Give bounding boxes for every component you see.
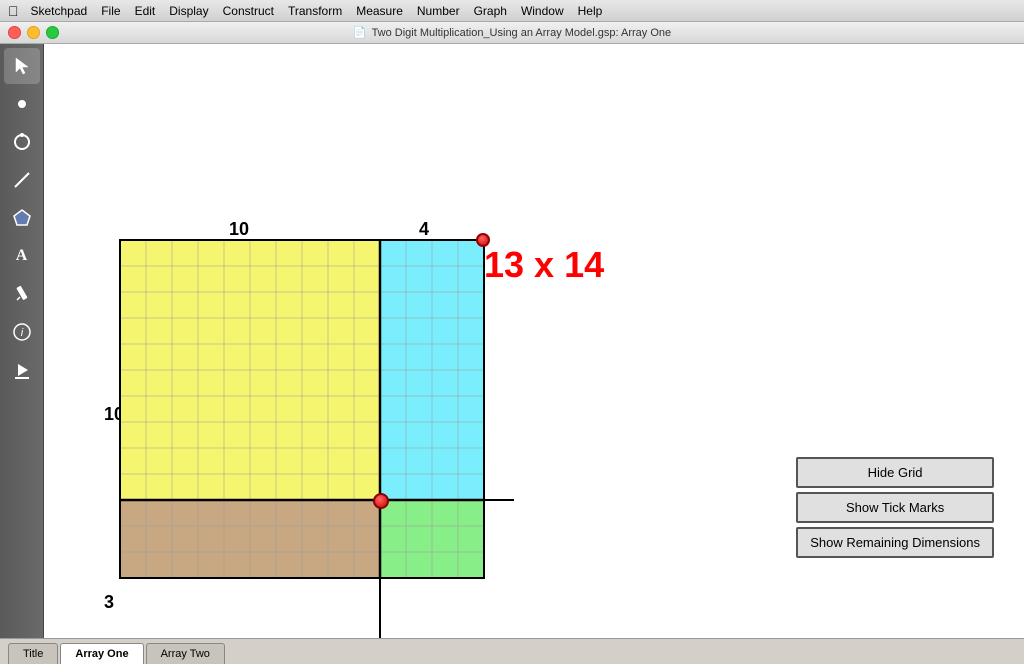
window-controls: [8, 26, 59, 39]
array-grid-svg: [119, 239, 529, 638]
minimize-button[interactable]: [27, 26, 40, 39]
titlebar: 📄 Two Digit Multiplication_Using an Arra…: [0, 22, 1024, 44]
select-tool[interactable]: [4, 48, 40, 84]
show-remaining-dimensions-button[interactable]: Show Remaining Dimensions: [796, 527, 994, 558]
animation-tool[interactable]: [4, 352, 40, 388]
circle-tool[interactable]: [4, 124, 40, 160]
svg-text:i: i: [20, 327, 23, 339]
menu-measure[interactable]: Measure: [356, 4, 403, 18]
text-tool[interactable]: A: [4, 238, 40, 274]
menu-sketchpad[interactable]: Sketchpad: [31, 4, 88, 18]
apple-menu[interactable]: : [8, 3, 19, 19]
polygon-tool[interactable]: [4, 200, 40, 236]
show-tick-marks-button[interactable]: Show Tick Marks: [796, 492, 994, 523]
point-top-right[interactable]: [476, 233, 490, 247]
label-top-4: 4: [419, 219, 429, 240]
document-icon: 📄: [353, 26, 367, 39]
info-tool[interactable]: i: [4, 314, 40, 350]
menu-number[interactable]: Number: [417, 4, 460, 18]
main-layout: A i 10 4 10 3 13 x 14: [0, 44, 1024, 638]
menubar:  Sketchpad File Edit Display Construct …: [0, 0, 1024, 22]
point-tool[interactable]: [4, 86, 40, 122]
label-top-10: 10: [229, 219, 249, 240]
menu-file[interactable]: File: [101, 4, 120, 18]
label-left-3: 3: [104, 592, 114, 613]
title-text: Two Digit Multiplication_Using an Array …: [372, 27, 672, 39]
marker-tool[interactable]: [4, 276, 40, 312]
bottom-tabs: Title Array One Array Two: [0, 638, 1024, 664]
toolbar: A i: [0, 44, 44, 638]
menu-window[interactable]: Window: [521, 4, 564, 18]
canvas: 10 4 10 3 13 x 14: [44, 44, 1024, 638]
line-tool[interactable]: [4, 162, 40, 198]
menu-edit[interactable]: Edit: [135, 4, 156, 18]
maximize-button[interactable]: [46, 26, 59, 39]
tab-title[interactable]: Title: [8, 643, 58, 664]
menu-transform[interactable]: Transform: [288, 4, 342, 18]
menu-graph[interactable]: Graph: [474, 4, 507, 18]
tab-array-one[interactable]: Array One: [60, 643, 143, 664]
tab-array-two[interactable]: Array Two: [146, 643, 225, 664]
hide-grid-button[interactable]: Hide Grid: [796, 457, 994, 488]
menu-display[interactable]: Display: [169, 4, 208, 18]
menu-construct[interactable]: Construct: [223, 4, 274, 18]
window-title: 📄 Two Digit Multiplication_Using an Arra…: [353, 26, 671, 39]
close-button[interactable]: [8, 26, 21, 39]
action-buttons: Hide Grid Show Tick Marks Show Remaining…: [796, 457, 994, 558]
menu-help[interactable]: Help: [578, 4, 603, 18]
point-intersection[interactable]: [373, 493, 389, 509]
